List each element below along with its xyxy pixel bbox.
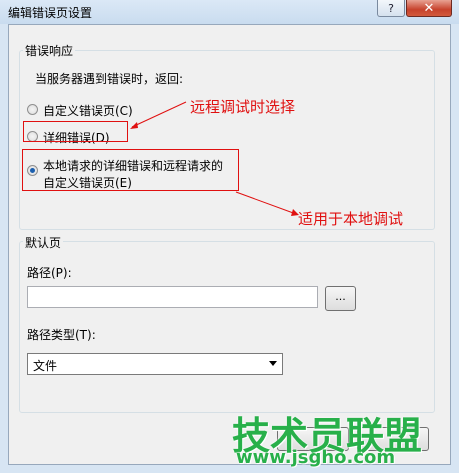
dialog-client-area: 错误响应 当服务器遇到错误时，返回: 自定义错误页(C) 详细错误(D) 本地请… (8, 24, 451, 465)
option-custom-error-page[interactable]: 自定义错误页(C) (27, 101, 167, 118)
path-input[interactable] (27, 286, 318, 308)
help-button[interactable]: ? (377, 0, 405, 17)
path-type-select-value: 文件 (33, 359, 58, 373)
chevron-down-icon[interactable] (269, 361, 277, 366)
close-button[interactable]: ✕ (406, 0, 452, 17)
title-bar: 编辑错误页设置 ? ✕ (0, 0, 459, 24)
default-page-group-label: 默认页 (23, 234, 64, 251)
annotation-box-local-option (22, 149, 239, 191)
annotation-box-detailed-errors (23, 121, 128, 142)
annotation-local-text: 适用于本地调试 (298, 210, 404, 228)
path-type-select[interactable]: 文件 (27, 353, 283, 375)
error-response-prompt: 当服务器遇到错误时，返回: (35, 72, 184, 86)
path-type-label: 路径类型(T): (27, 328, 96, 342)
error-response-group-label: 错误响应 (23, 42, 76, 59)
watermark-url: www.jsgho.com (236, 447, 396, 468)
option-custom-error-page-label: 自定义错误页(C) (43, 104, 133, 118)
path-label: 路径(P): (27, 266, 72, 280)
annotation-remote-text: 远程调试时选择 (190, 98, 296, 116)
browse-button[interactable]: ... (325, 286, 356, 311)
window-title: 编辑错误页设置 (8, 6, 93, 20)
radio-custom-error-page[interactable] (27, 104, 38, 115)
